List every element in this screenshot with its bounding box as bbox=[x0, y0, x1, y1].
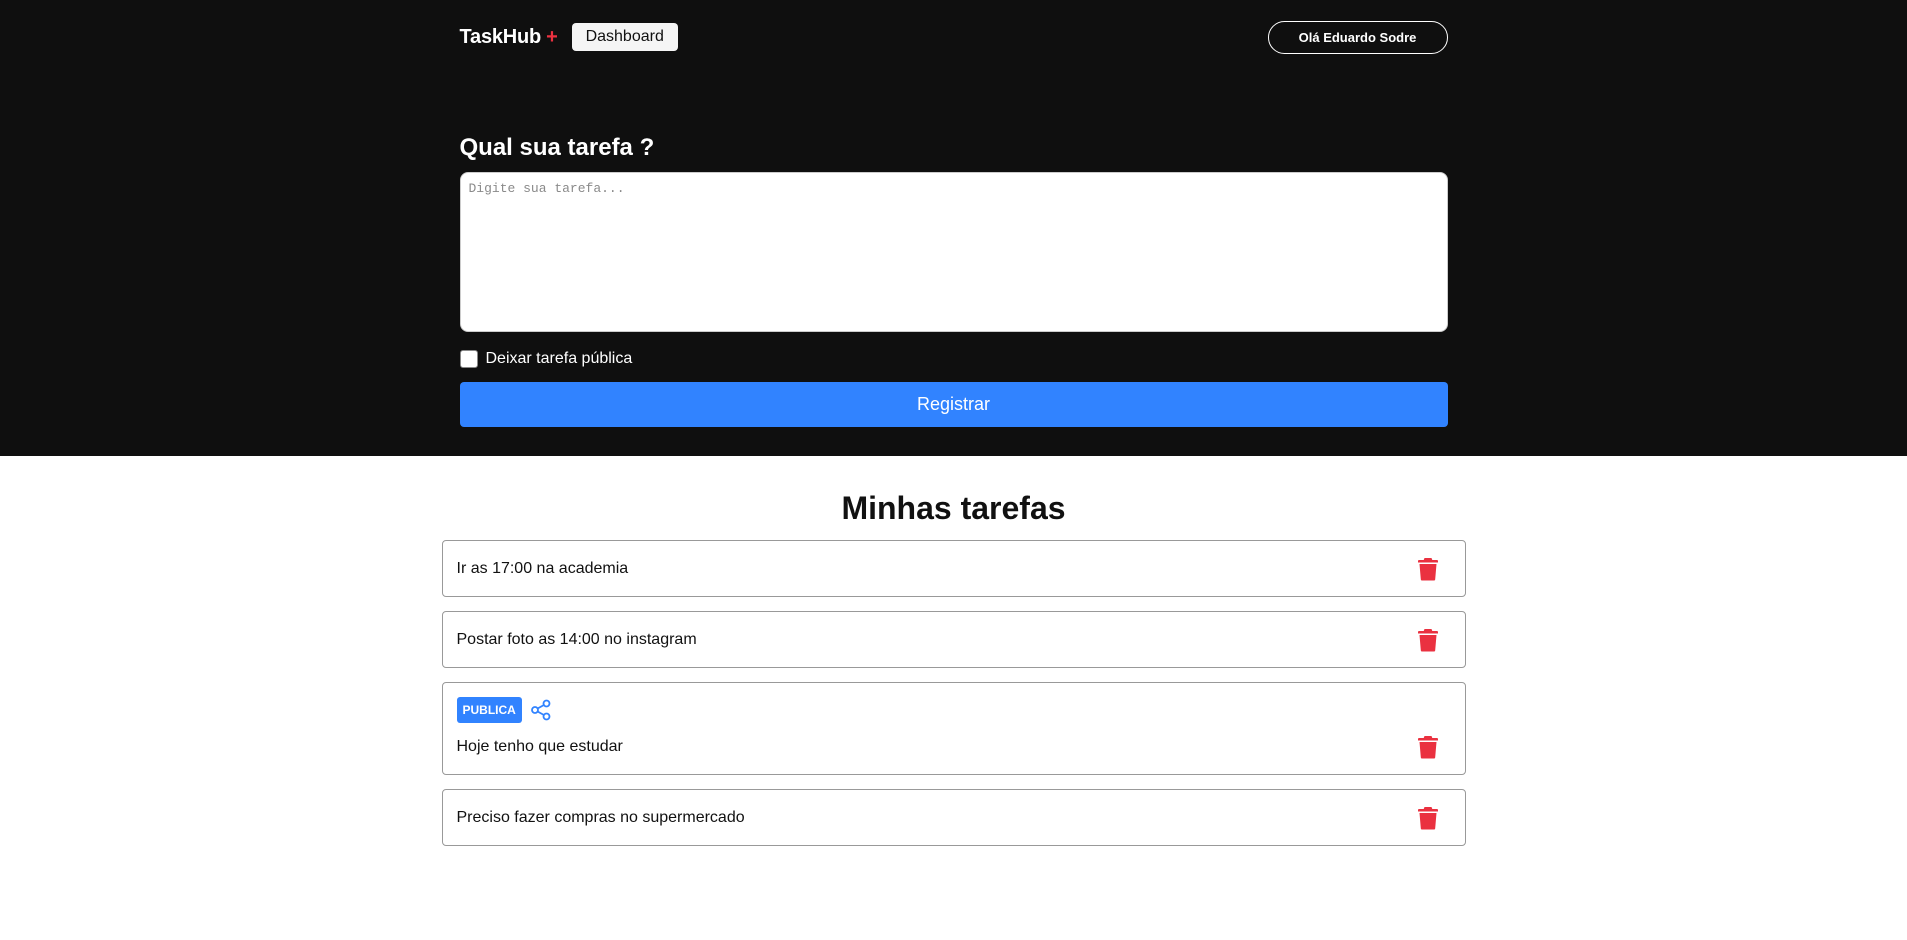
task-card: Postar foto as 14:00 no instagram bbox=[441, 611, 1466, 668]
user-greeting-button[interactable]: Olá Eduardo Sodre bbox=[1267, 20, 1448, 54]
form-title: Qual sua tarefa ? bbox=[459, 134, 655, 161]
trash-icon[interactable] bbox=[1417, 557, 1439, 581]
task-text: Ir as 17:00 na academia bbox=[456, 559, 629, 577]
header: TaskHub + Dashboard Olá Eduardo Sodre bbox=[460, 0, 1448, 74]
top-container: TaskHub + Dashboard Olá Eduardo Sodre Qu… bbox=[459, 0, 1448, 427]
logo[interactable]: TaskHub + bbox=[460, 26, 558, 49]
public-checkbox[interactable] bbox=[459, 350, 478, 368]
share-icon[interactable] bbox=[530, 699, 552, 721]
trash-icon[interactable] bbox=[1417, 735, 1439, 759]
logo-text: TaskHub bbox=[459, 25, 542, 48]
dashboard-button[interactable]: Dashboard bbox=[571, 23, 678, 51]
trash-icon[interactable] bbox=[1417, 628, 1439, 652]
tasks-title: Minhas tarefas bbox=[841, 490, 1066, 526]
task-text: Preciso fazer compras no supermercado bbox=[456, 808, 745, 826]
tasks-section: Minhas tarefas Ir as 17:00 na academia P… bbox=[441, 490, 1466, 846]
task-input[interactable] bbox=[459, 172, 1448, 332]
public-card-top: PUBLICA bbox=[456, 697, 1451, 723]
brand: TaskHub + Dashboard bbox=[460, 23, 678, 51]
task-card: Ir as 17:00 na academia bbox=[441, 540, 1466, 597]
public-card-bottom: Hoje tenho que estudar bbox=[457, 735, 1451, 759]
trash-icon[interactable] bbox=[1417, 806, 1439, 830]
register-button[interactable]: Registrar bbox=[459, 382, 1448, 427]
public-badge: PUBLICA bbox=[456, 697, 522, 723]
public-label: Deixar tarefa pública bbox=[485, 350, 633, 367]
public-option: Deixar tarefa pública bbox=[459, 350, 1448, 368]
logo-plus: + bbox=[546, 26, 558, 48]
top-section: TaskHub + Dashboard Olá Eduardo Sodre Qu… bbox=[0, 0, 1907, 456]
task-text: Postar foto as 14:00 no instagram bbox=[456, 630, 697, 648]
task-card: Preciso fazer compras no supermercado bbox=[441, 789, 1466, 846]
task-card-public: PUBLICA Hoje tenho que estudar bbox=[441, 682, 1466, 775]
task-text: Hoje tenho que estudar bbox=[456, 738, 623, 755]
